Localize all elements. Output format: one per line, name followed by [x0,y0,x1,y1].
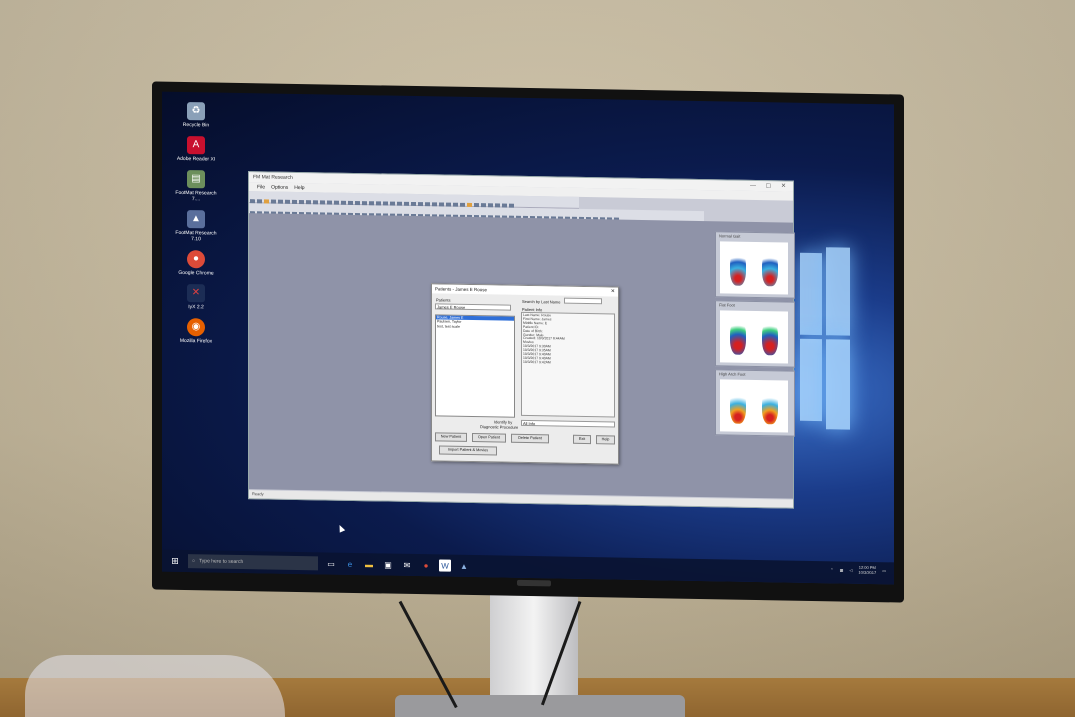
search-input[interactable]: ○ Type here to search [188,554,318,571]
mail-icon[interactable]: ✉ [401,559,413,571]
pdf-icon: A [187,136,205,155]
patients-list[interactable]: Rouse, James E Paulsen, Taylor test, tes… [435,314,515,418]
menu-options[interactable]: Options [271,184,288,190]
network-icon[interactable]: ▦ [840,567,844,572]
lyx-icon: ✕ [187,284,205,303]
foot-pressure-image [720,310,788,364]
menu-help[interactable]: Help [294,184,304,190]
dialog-titlebar: Patients - James E Rouse ✕ [432,284,618,297]
diagnostic-procedure-label: Diagnostic Procedure [480,424,519,430]
clock[interactable]: 12:00 PM 10/3/2017 [858,565,876,575]
plastic-bag [25,655,285,717]
status-text: Ready [252,491,264,497]
dialog-title: Patients - James E Rouse [435,286,488,293]
window-controls[interactable]: — ▢ ✕ [750,182,790,190]
desktop-icon-lyx[interactable]: ✕ IyX 2.2 [174,284,218,311]
windows-logo-wallpaper [800,247,850,434]
desktop-icon-label: Recycle Bin [182,121,210,129]
import-patient-button[interactable]: Import Patient & Movies [439,445,497,456]
search-icon: ○ [192,558,196,565]
desktop-icon-label: Google Chrome [178,269,214,277]
file-shortcut-icon: ▤ [187,170,205,189]
recycle-bin-icon: ♻ [187,102,205,121]
monitor: ♻ Recycle Bin A Adobe Reader XI ▤ FootMa… [152,81,904,603]
windows-start-icon[interactable]: ⊞ [168,554,182,568]
edge-icon[interactable]: e [344,558,356,570]
monitor-logo [517,579,551,587]
desktop-icon-label: IyX 2.2 [188,304,204,311]
exit-button[interactable]: Exit [573,434,591,445]
new-patient-button[interactable]: New Patient [435,432,467,442]
patient-name-field[interactable]: James E Rouse [435,303,511,311]
open-patient-button[interactable]: Open Patient [472,433,506,443]
mouse-cursor [336,523,346,533]
task-view-icon[interactable]: ▭ [325,557,337,569]
desktop-icon-chrome[interactable]: ● Google Chrome [174,250,218,277]
foot-pressure-panels: Normal Gait Flat Foot High Arch Foot [715,231,795,437]
panel-high-arch-foot[interactable]: High Arch Foot [715,369,795,437]
search-last-name-input[interactable] [564,297,602,305]
desktop-icon-label: Adobe Reader XI [176,155,216,163]
word-icon[interactable]: W [439,559,451,572]
desktop-icon-footmat-app[interactable]: ▲ FootMat Research 7.10 [174,210,218,243]
foot-pressure-image [720,241,788,295]
desktop-screen: ♻ Recycle Bin A Adobe Reader XI ▤ FootMa… [162,91,894,585]
notifications-icon[interactable]: ▭ [882,568,886,573]
panel-caption: Normal Gait [719,233,741,239]
help-button[interactable]: Help [596,435,615,445]
panel-caption: High Arch Foot [719,371,746,377]
desktop-icon-footmat-file[interactable]: ▤ FootMat Research 7.... [174,170,218,203]
patient-info-box: Last Name: Rouse First Name: James Middl… [521,311,615,418]
app-workspace: Patients - James E Rouse ✕ Patients Jame… [249,213,793,499]
store-icon[interactable]: ▣ [382,558,394,570]
chrome-icon: ● [187,250,205,269]
desktop-icon-firefox[interactable]: ◉ Mozilla Firefox [174,318,218,345]
desktop-icons: ♻ Recycle Bin A Adobe Reader XI ▤ FootMa… [174,102,218,353]
clock-date: 10/3/2017 [858,569,877,576]
search-placeholder: Type here to search [199,558,244,566]
footmat-taskbar-icon[interactable]: ▲ [458,560,470,572]
desktop-icon-recycle-bin[interactable]: ♻ Recycle Bin [174,102,218,129]
volume-icon[interactable]: ◁ [849,567,852,572]
panel-flat-foot[interactable]: Flat Foot [715,300,795,368]
identify-by-select[interactable]: All Info [521,419,615,428]
info-line: 10/3/2017 9:42AM [523,359,551,365]
foot-pressure-image [720,379,788,433]
desktop-icon-label: FootMat Research 7.10 [175,229,217,243]
chevron-up-icon[interactable]: ⌃ [830,567,833,572]
monitor-stand-base [395,695,685,717]
system-tray: ⌃ ▦ ◁ 12:00 PM 10/3/2017 ▭ [830,564,886,575]
patients-label: Patients [436,297,451,303]
patients-dialog: Patients - James E Rouse ✕ Patients Jame… [431,283,619,465]
close-icon[interactable]: ✕ [611,287,615,296]
app-shortcut-icon: ▲ [187,210,205,229]
list-item[interactable]: test, test scale [436,324,514,330]
chrome-taskbar-icon[interactable]: ● [420,559,432,571]
desktop-icon-label: Mozilla Firefox [179,337,213,345]
panel-caption: Flat Foot [719,302,735,308]
menu-file[interactable]: File [257,184,265,190]
app-window: FM Mat Research — ▢ ✕ File Options Help … [248,171,794,509]
app-title: FM Mat Research [253,174,293,181]
desktop-icon-adobe-reader[interactable]: A Adobe Reader XI [174,136,218,163]
delete-patient-button[interactable]: Delete Patient [511,433,549,444]
firefox-icon: ◉ [187,318,205,337]
desktop-icon-label: FootMat Research 7.... [175,189,217,203]
panel-normal-gait[interactable]: Normal Gait [715,231,795,299]
search-label: Search by Last Name [522,298,561,305]
file-explorer-icon[interactable]: ▬ [363,558,375,570]
